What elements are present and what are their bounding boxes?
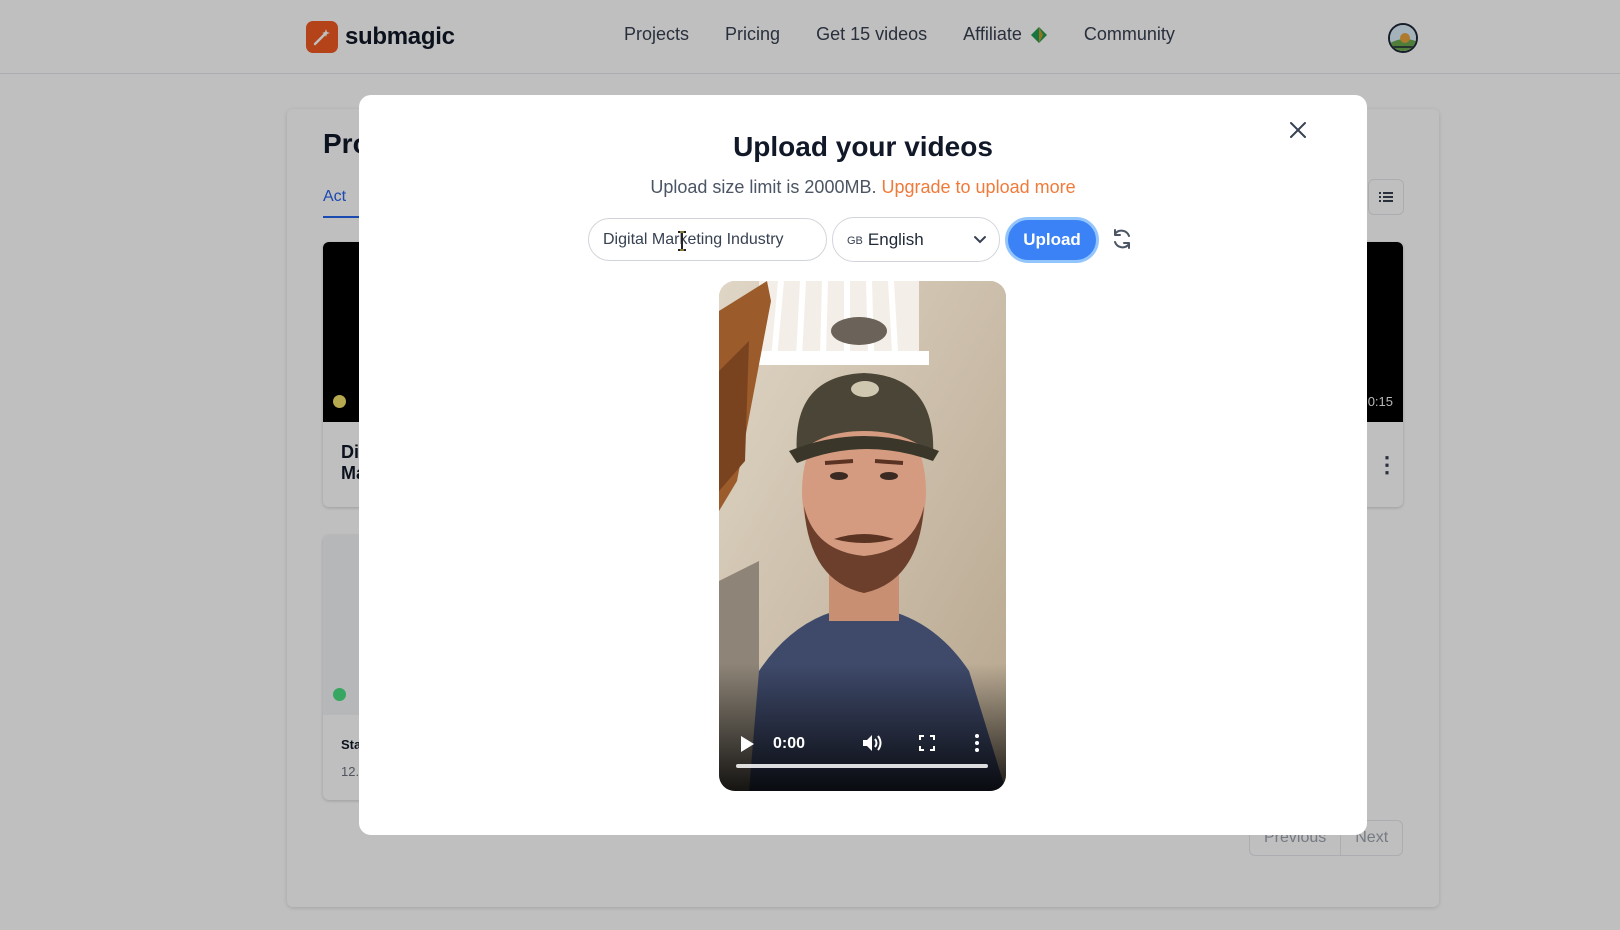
refresh-icon (1114, 229, 1130, 249)
video-frame (719, 281, 1006, 791)
language-name: English (867, 229, 924, 249)
upload-limit-text: Upload size limit is 2000MB. Upgrade to … (359, 177, 1367, 198)
language-flag-code: GB (847, 234, 863, 247)
language-select[interactable]: GB English (832, 217, 1000, 262)
play-button[interactable] (739, 735, 755, 758)
play-icon (741, 736, 754, 752)
chevron-down-icon (974, 236, 986, 244)
video-progress-bar[interactable] (736, 764, 988, 768)
text-cursor-icon (678, 231, 686, 251)
video-title-input[interactable] (588, 218, 827, 261)
more-vertical-icon (975, 734, 979, 752)
video-menu-button[interactable] (974, 733, 980, 758)
fullscreen-button[interactable] (919, 735, 935, 756)
video-player[interactable]: 0:00 (719, 281, 1006, 791)
upload-limit-label: Upload size limit is 2000MB. (650, 177, 877, 197)
fullscreen-icon (919, 735, 935, 751)
upload-modal: Upload your videos Upload size limit is … (359, 95, 1367, 835)
upload-button[interactable]: Upload (1005, 217, 1099, 263)
volume-button[interactable] (862, 733, 884, 758)
upgrade-link[interactable]: Upgrade to upload more (881, 177, 1075, 197)
modal-title: Upload your videos (733, 131, 993, 162)
volume-icon (863, 735, 882, 751)
refresh-button[interactable] (1110, 227, 1136, 253)
